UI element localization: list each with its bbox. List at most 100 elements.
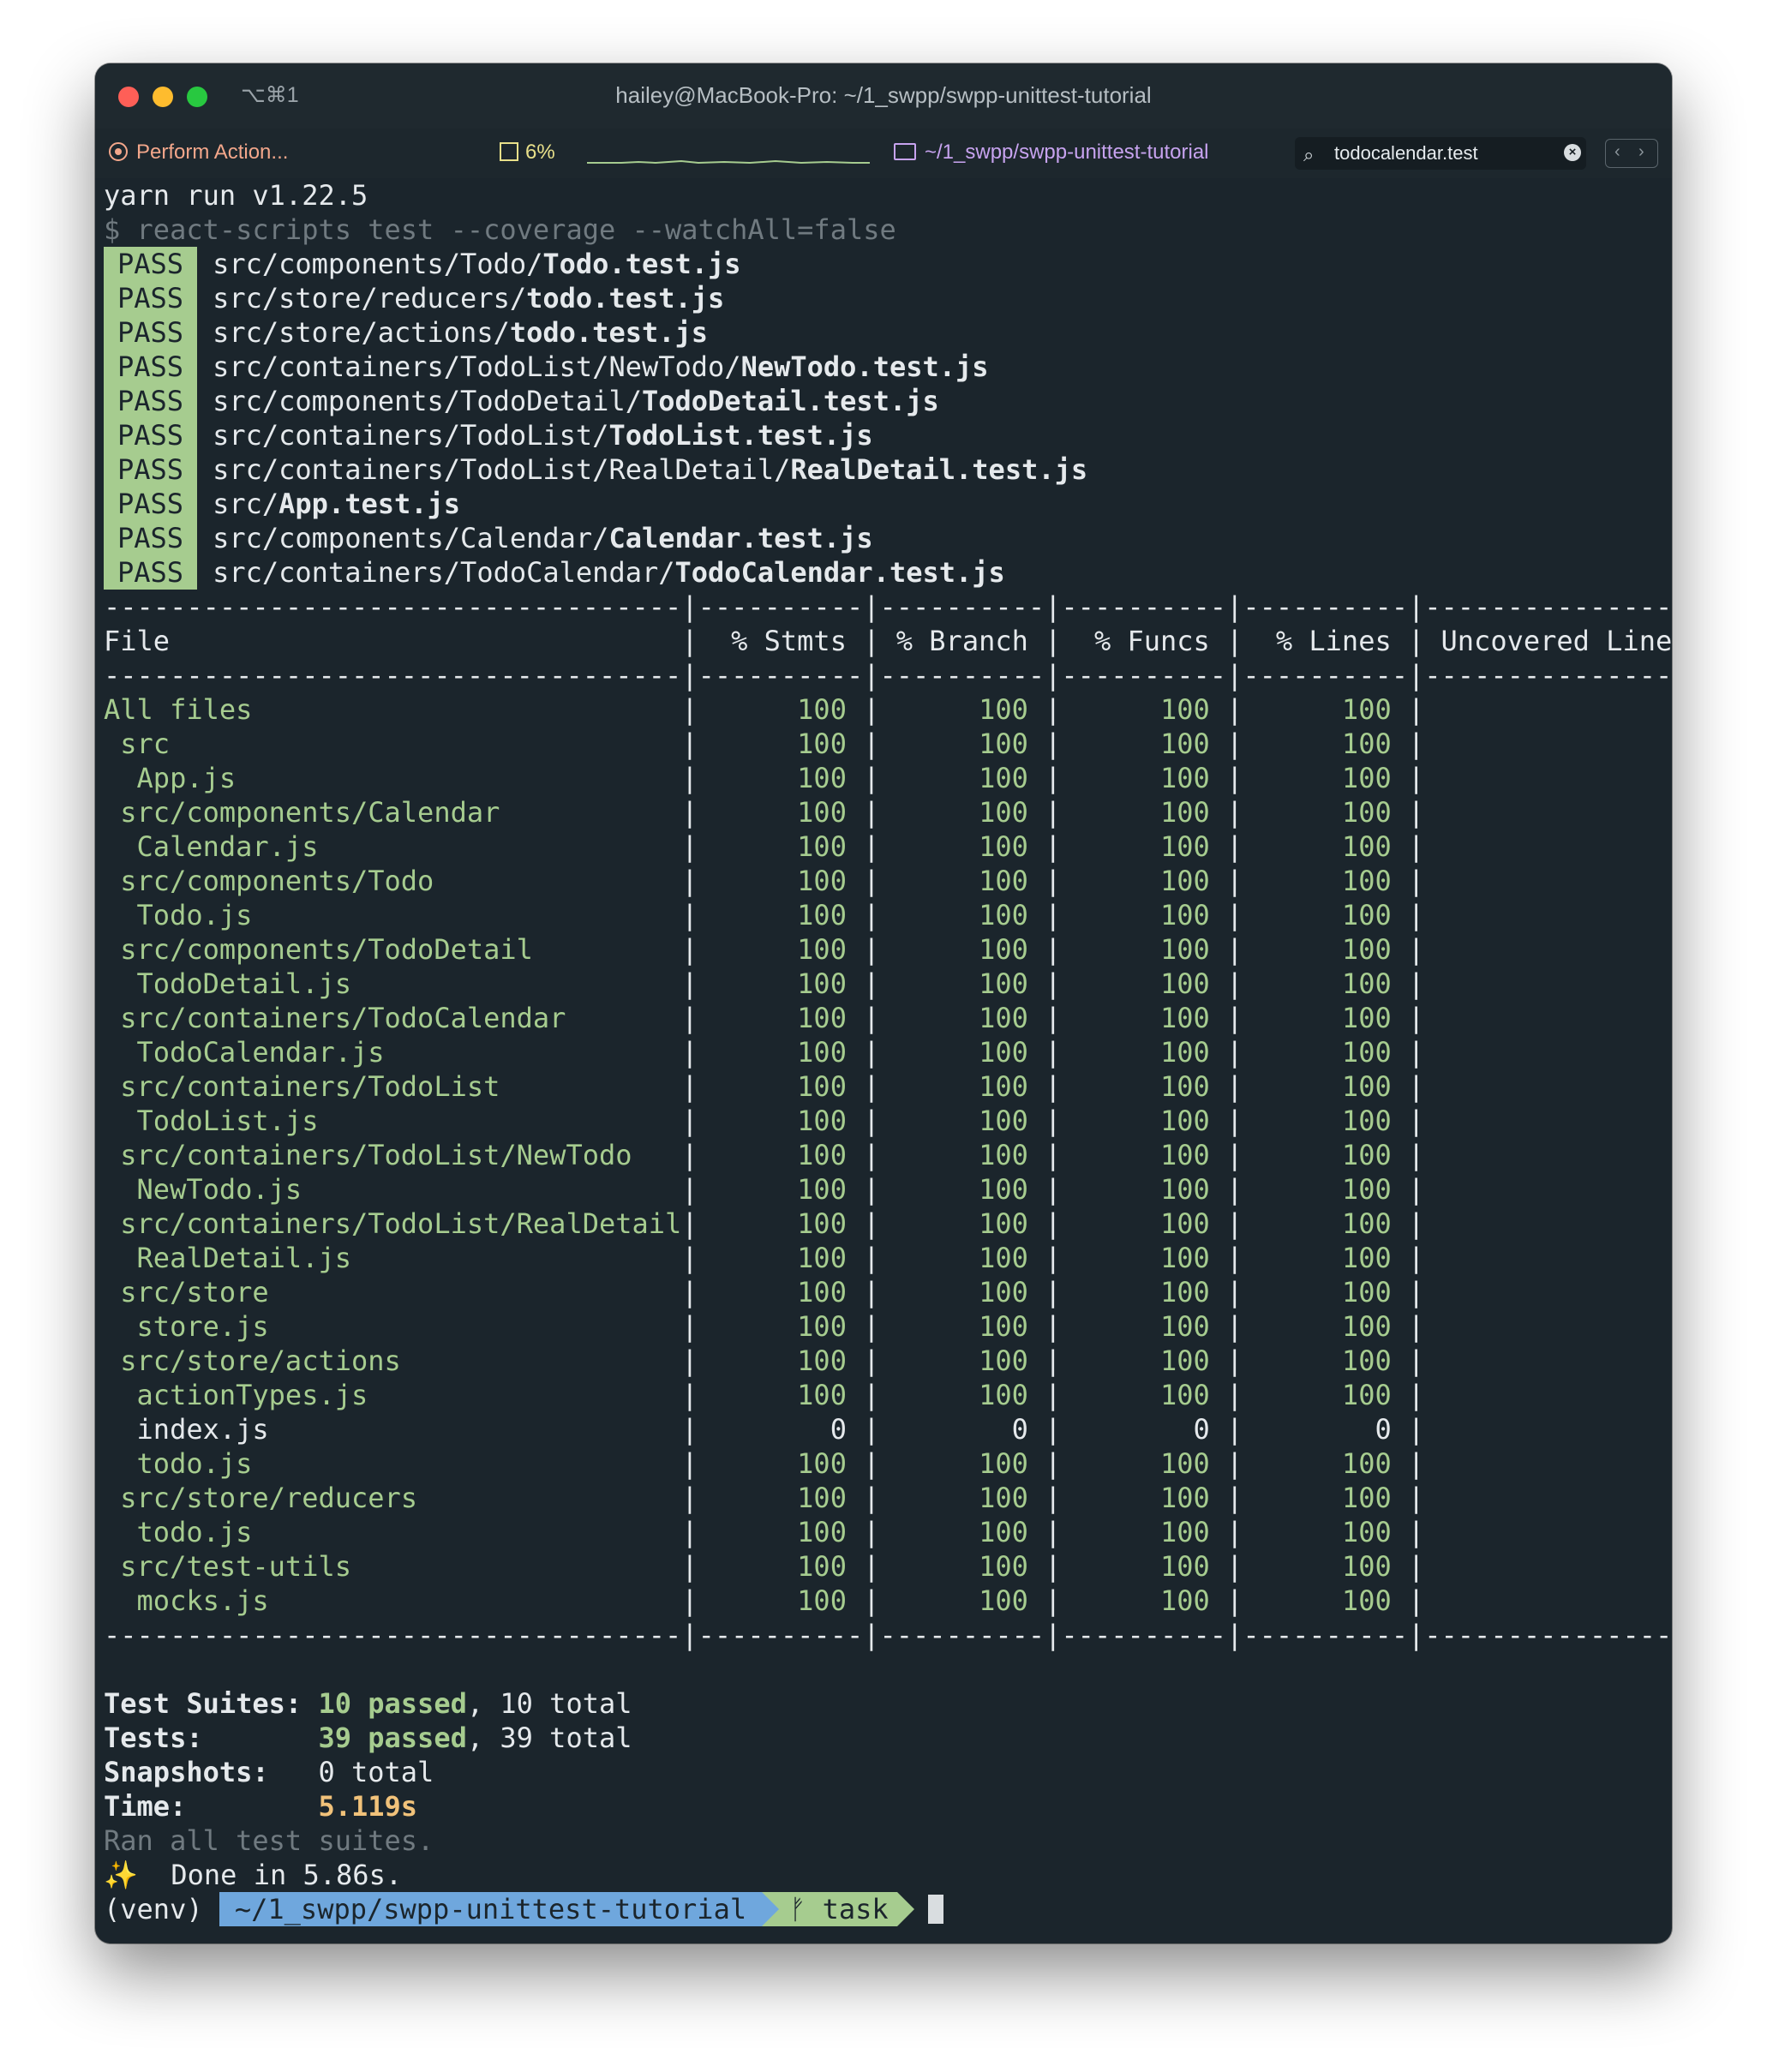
perform-action-button[interactable]: Perform Action... — [109, 141, 288, 165]
pass-badge: PASS — [104, 487, 198, 521]
coverage-value: 100 — [879, 1036, 1045, 1069]
table-row: TodoList.js | 100 | 100 | 100 | 100 | | — [104, 1105, 1425, 1137]
terminal-window: ⌥⌘1 hailey@MacBook-Pro: ~/1_swpp/swpp-un… — [95, 63, 1672, 1943]
coverage-value: 100 — [1061, 1002, 1227, 1034]
file-name: NewTodo.js — [104, 1173, 682, 1206]
current-directory-label: ~/1_swpp/swpp-unittest-tutorial — [925, 141, 1209, 164]
coverage-value: 100 — [698, 1482, 864, 1514]
coverage-value: 100 — [1243, 1242, 1408, 1274]
next-match-icon[interactable]: › — [1638, 142, 1644, 162]
coverage-value: 100 — [1243, 762, 1408, 794]
coverage-value: 100 — [1243, 1002, 1408, 1034]
previous-match-icon[interactable]: ‹ — [1614, 142, 1620, 162]
cpu-sparkline — [587, 159, 870, 165]
coverage-value: 100 — [1243, 830, 1408, 863]
file-name: TodoDetail.js — [104, 967, 682, 1000]
coverage-value: 100 — [1061, 1105, 1227, 1137]
coverage-value: 100 — [879, 762, 1045, 794]
table-row: RealDetail.js | 100 | 100 | 100 | 100 | … — [104, 1242, 1425, 1274]
summary-suites: Test Suites: 10 passed, 10 total — [104, 1687, 632, 1720]
coverage-value: 100 — [879, 1584, 1045, 1617]
test-dir: src/ — [213, 488, 279, 520]
test-file: NewTodo.test.js — [740, 350, 989, 383]
prompt-separator-icon — [762, 1892, 780, 1926]
table-row: index.js | 0 | 0 | 0 | 0 | | — [104, 1413, 1425, 1446]
coverage-value: 100 — [698, 967, 864, 1000]
coverage-value: 100 — [698, 1173, 864, 1206]
coverage-value: 100 — [1243, 1036, 1408, 1069]
pass-badge: PASS — [104, 315, 198, 350]
pass-badge: PASS — [104, 384, 198, 418]
coverage-value: 100 — [698, 1516, 864, 1548]
coverage-value: 100 — [879, 1139, 1045, 1171]
pass-badge: PASS — [104, 247, 198, 281]
coverage-value: 100 — [1243, 1516, 1408, 1548]
coverage-value: 100 — [1061, 967, 1227, 1000]
coverage-value: 100 — [1243, 1173, 1408, 1206]
summary-snapshots: Snapshots: 0 total — [104, 1756, 434, 1788]
coverage-value: 100 — [698, 830, 864, 863]
test-result-line: PASS src/store/reducers/todo.test.js — [104, 281, 1663, 315]
file-name: actionTypes.js — [104, 1379, 682, 1411]
coverage-value: 100 — [1061, 1310, 1227, 1343]
test-file: TodoDetail.test.js — [641, 385, 939, 417]
coverage-value: 100 — [1243, 1447, 1408, 1480]
table-row: src/containers/TodoList/NewTodo | 100 | … — [104, 1139, 1425, 1171]
git-branch-segment: ᚠ task — [779, 1892, 897, 1926]
coverage-value: 100 — [1243, 1584, 1408, 1617]
find-search-box[interactable]: ⌕ todocalendar.test × — [1295, 137, 1586, 170]
coverage-value: 100 — [879, 693, 1045, 726]
coverage-value: 100 — [698, 1276, 864, 1308]
file-name: src/containers/TodoList/RealDetail — [104, 1207, 682, 1240]
table-row: src/containers/TodoList/RealDetail| 100 … — [104, 1207, 1425, 1240]
table-row: src/containers/TodoCalendar | 100 | 100 … — [104, 1002, 1425, 1034]
coverage-value: 100 — [1061, 1550, 1227, 1583]
file-name: src/containers/TodoList/NewTodo — [104, 1139, 682, 1171]
table-row: src | 100 | 100 | 100 | 100 | | — [104, 728, 1425, 760]
coverage-value: 100 — [1061, 728, 1227, 760]
coverage-value: 100 — [1061, 865, 1227, 897]
table-header-row: File | % Stmts | % Branch | % Funcs | % … — [104, 625, 1672, 657]
coverage-value: 100 — [1061, 1447, 1227, 1480]
table-row: src/test-utils | 100 | 100 | 100 | 100 |… — [104, 1550, 1425, 1583]
coverage-value: 100 — [1061, 899, 1227, 931]
coverage-value: 100 — [879, 899, 1045, 931]
coverage-value: 100 — [1061, 1276, 1227, 1308]
table-row: src/store | 100 | 100 | 100 | 100 | | — [104, 1276, 1425, 1308]
test-result-line: PASS src/containers/TodoList/TodoList.tes… — [104, 418, 1663, 452]
coverage-value: 0 — [1061, 1413, 1227, 1446]
coverage-value: 100 — [698, 796, 864, 829]
command-line: $ react-scripts test --coverage --watchA… — [104, 213, 896, 246]
folder-icon — [894, 143, 916, 160]
coverage-value: 100 — [1061, 933, 1227, 966]
coverage-value: 100 — [698, 1344, 864, 1377]
coverage-value: 100 — [879, 1482, 1045, 1514]
coverage-value: 100 — [698, 693, 864, 726]
terminal-output[interactable]: yarn run v1.22.5 $ react-scripts test --… — [104, 178, 1672, 1943]
table-row: TodoDetail.js | 100 | 100 | 100 | 100 | … — [104, 967, 1425, 1000]
search-navigation: ‹ › — [1605, 139, 1658, 168]
table-row: src/components/Calendar | 100 | 100 | 10… — [104, 796, 1425, 829]
table-row: actionTypes.js | 100 | 100 | 100 | 100 |… — [104, 1379, 1425, 1411]
coverage-value: 100 — [879, 1207, 1045, 1240]
coverage-value: 100 — [698, 933, 864, 966]
table-row: All files | 100 | 100 | 100 | 100 | | — [104, 693, 1425, 726]
coverage-value: 100 — [698, 899, 864, 931]
test-result-line: PASS src/containers/TodoList/RealDetail/R… — [104, 452, 1663, 487]
done-line: ✨ Done in 5.86s. — [104, 1859, 403, 1891]
coverage-value: 100 — [698, 1070, 864, 1103]
file-name: src — [104, 728, 682, 760]
table-row: src/containers/TodoList | 100 | 100 | 10… — [104, 1070, 1425, 1103]
coverage-value: 100 — [879, 830, 1045, 863]
coverage-value: 100 — [1061, 1070, 1227, 1103]
window-title: hailey@MacBook-Pro: ~/1_swpp/swpp-unitte… — [615, 82, 1152, 108]
table-row: mocks.js | 100 | 100 | 100 | 100 | | — [104, 1584, 1425, 1617]
table-separator: -----------------------------------|----… — [104, 590, 1672, 623]
coverage-value: 100 — [698, 1139, 864, 1171]
search-input[interactable]: todocalendar.test — [1334, 142, 1478, 165]
coverage-value: 100 — [1061, 1584, 1227, 1617]
clear-search-icon[interactable]: × — [1564, 144, 1581, 161]
table-row: src/store/actions | 100 | 100 | 100 | 10… — [104, 1344, 1425, 1377]
file-name: index.js — [104, 1413, 682, 1446]
current-directory-indicator[interactable]: ~/1_swpp/swpp-unittest-tutorial — [894, 141, 1209, 165]
